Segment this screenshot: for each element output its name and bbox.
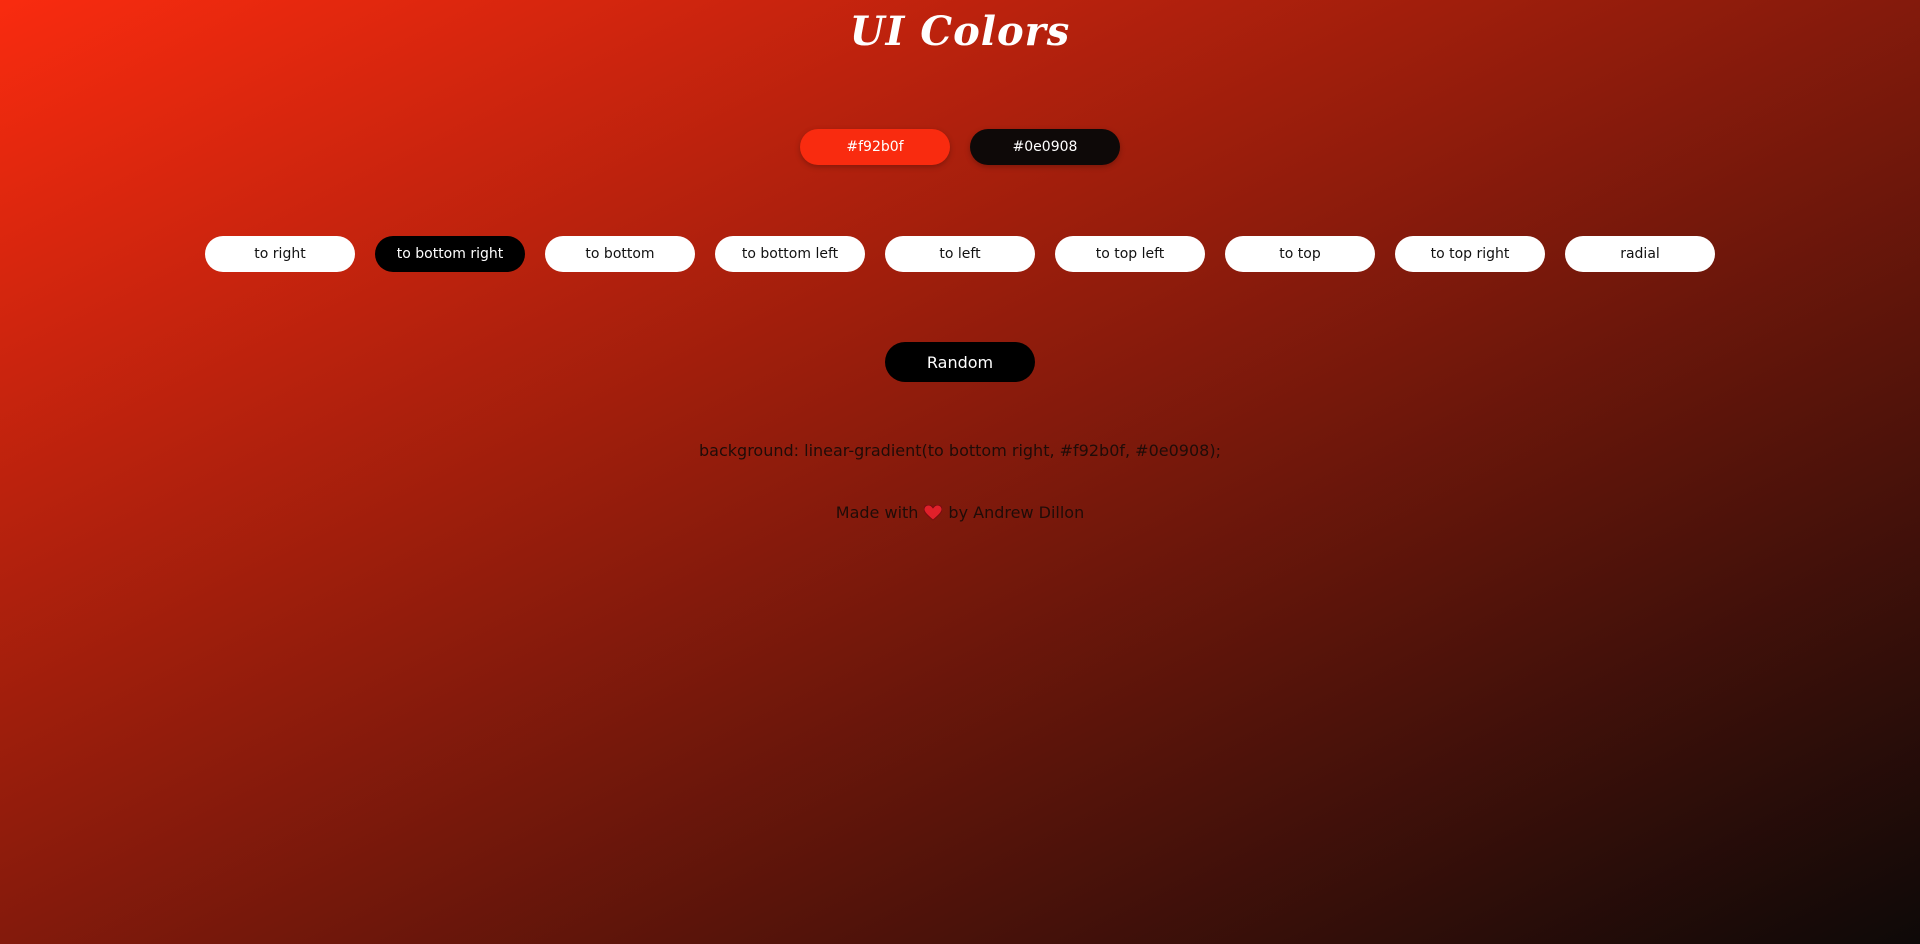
direction-to-right-button[interactable]: to right (205, 236, 355, 272)
direction-row: to right to bottom right to bottom to bo… (0, 236, 1920, 272)
color-end-button[interactable]: #0e0908 (970, 129, 1120, 165)
css-output-text: background: linear-gradient(to bottom ri… (699, 441, 1221, 460)
color-picker-row: #f92b0f #0e0908 (0, 129, 1920, 165)
direction-to-bottom-right-button[interactable]: to bottom right (375, 236, 525, 272)
page-title: UI Colors (849, 8, 1071, 55)
footer: Made with by Andrew Dillon (0, 503, 1920, 522)
direction-to-top-right-button[interactable]: to top right (1395, 236, 1545, 272)
color-start-button[interactable]: #f92b0f (800, 129, 950, 165)
random-button[interactable]: Random (885, 342, 1035, 382)
heart-icon (923, 503, 943, 521)
random-wrap: Random (0, 342, 1920, 382)
footer-prefix: Made with (835, 503, 919, 522)
direction-to-left-button[interactable]: to left (885, 236, 1035, 272)
direction-to-top-left-button[interactable]: to top left (1055, 236, 1205, 272)
direction-to-bottom-left-button[interactable]: to bottom left (715, 236, 865, 272)
footer-suffix: by Andrew Dillon (948, 503, 1085, 522)
direction-to-top-button[interactable]: to top (1225, 236, 1375, 272)
direction-to-bottom-button[interactable]: to bottom (545, 236, 695, 272)
direction-radial-button[interactable]: radial (1565, 236, 1715, 272)
